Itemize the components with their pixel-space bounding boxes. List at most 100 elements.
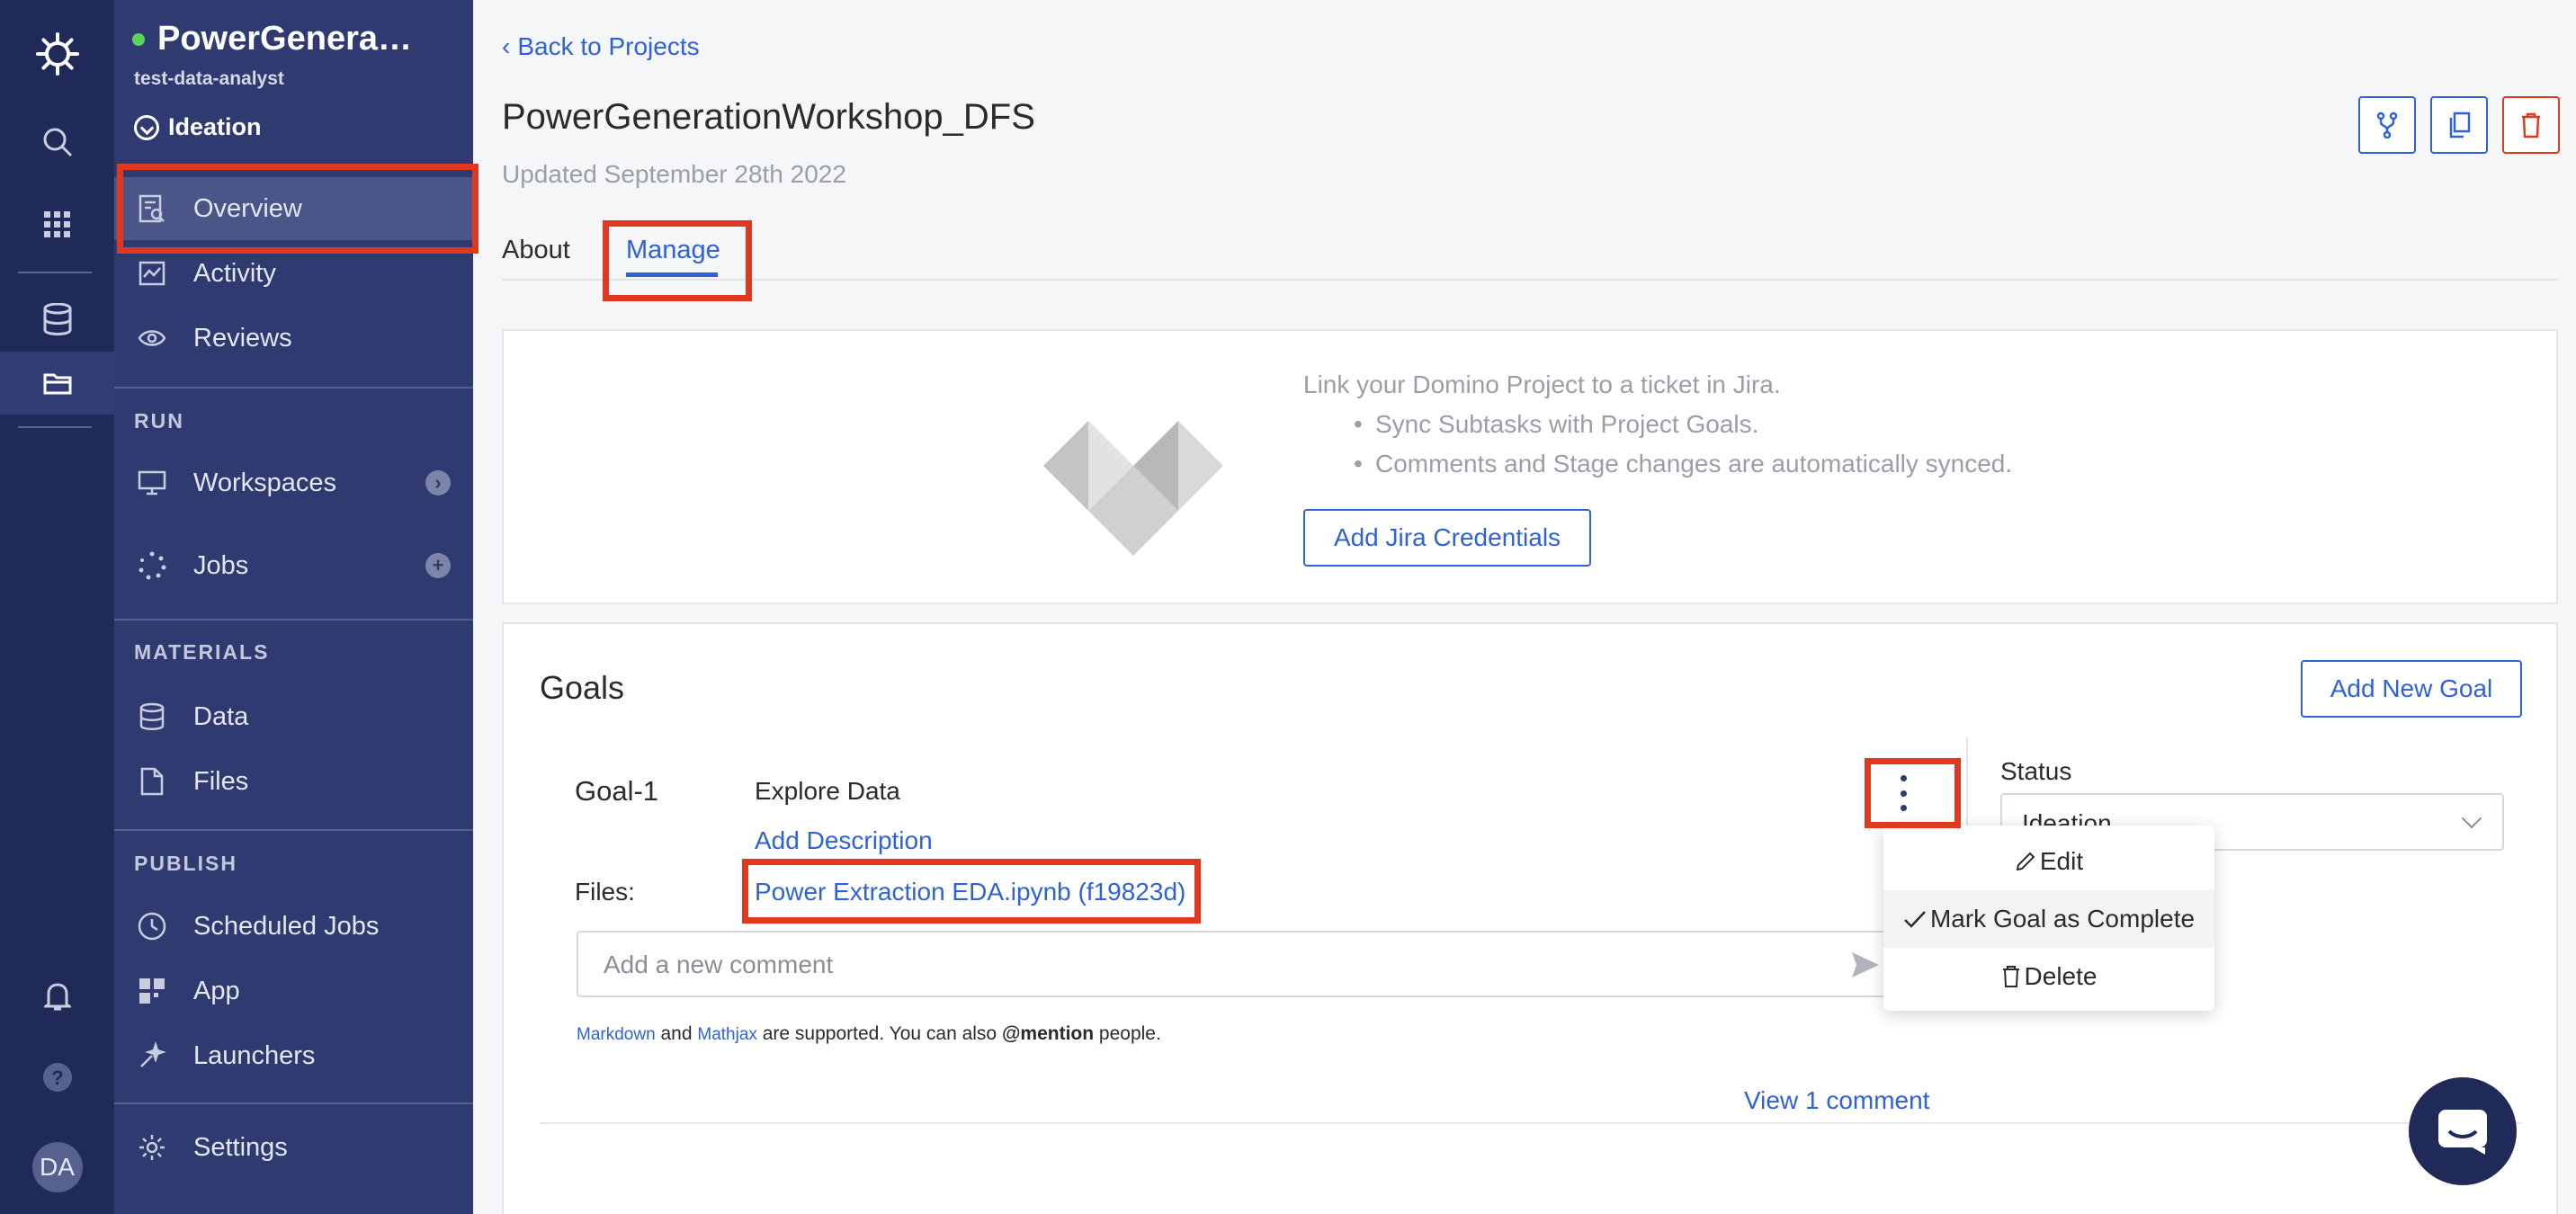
section-label-run: RUN: [134, 409, 184, 433]
project-name[interactable]: PowerGenera…: [132, 20, 412, 58]
sidebar-item-app[interactable]: App: [114, 960, 473, 1022]
updated-date: Updated September 28th 2022: [502, 160, 846, 188]
section-label-publish: PUBLISH: [134, 852, 237, 875]
apps-grid-icon[interactable]: [0, 198, 114, 252]
clock-icon: [134, 908, 170, 944]
svg-text:?: ?: [51, 1067, 63, 1089]
chat-icon: [2438, 1110, 2487, 1155]
search-icon[interactable]: [0, 115, 114, 169]
add-description-link[interactable]: Add Description: [755, 826, 933, 855]
database-icon: [134, 699, 170, 735]
note-text: are supported. You can also: [756, 1023, 1002, 1044]
project-name-text: PowerGenera…: [157, 20, 412, 58]
comment-help-note: Markdown and Mathjax are supported. You …: [577, 1023, 1161, 1045]
jobs-spinner-icon: [134, 548, 170, 584]
trash-icon: [2522, 112, 2540, 138]
chevron-right-icon[interactable]: ›: [425, 470, 451, 495]
sidebar-divider: [114, 829, 473, 831]
sidebar-item-files[interactable]: Files: [114, 750, 473, 813]
eye-icon: [134, 320, 170, 356]
markdown-link[interactable]: Markdown: [577, 1025, 656, 1044]
note-text: people.: [1094, 1023, 1161, 1044]
kebab-dot: [1900, 805, 1907, 811]
user-avatar[interactable]: DA: [0, 1140, 114, 1194]
delete-project-button[interactable]: [2502, 96, 2560, 154]
note-mention: @mention: [1001, 1023, 1095, 1044]
files-label: Files:: [575, 878, 635, 906]
kebab-dot: [1900, 775, 1907, 781]
check-icon: [1904, 911, 1926, 928]
gear-icon: [134, 1129, 170, 1165]
icon-rail: ? DA: [0, 0, 114, 1214]
project-stage[interactable]: Ideation: [134, 113, 262, 141]
sidebar-item-reviews[interactable]: Reviews: [114, 307, 473, 370]
overview-icon: [134, 191, 170, 227]
sidebar-divider: [114, 619, 473, 620]
bell-icon[interactable]: [0, 969, 114, 1023]
sidebar-divider: [114, 387, 473, 388]
chevron-down-icon: [2461, 808, 2482, 829]
sidebar-item-label: Data: [193, 701, 249, 731]
page-title: PowerGenerationWorkshop_DFS: [502, 97, 1035, 137]
comment-input[interactable]: Add a new comment: [577, 931, 1890, 997]
rail-divider: [18, 272, 92, 273]
sidebar-item-launchers[interactable]: Launchers: [114, 1024, 473, 1087]
sidebar-item-label: Overview: [193, 193, 302, 223]
sidebar-item-jobs[interactable]: Jobs +: [114, 534, 473, 597]
kebab-dot: [1900, 790, 1907, 797]
rail-divider: [18, 426, 92, 428]
goal-file-link[interactable]: Power Extraction EDA.ipynb (f19823d): [755, 878, 1185, 906]
goal-bottom-divider: [540, 1122, 2522, 1124]
menu-item-delete[interactable]: Delete: [1883, 948, 2214, 1005]
menu-item-edit[interactable]: Edit: [1883, 833, 2214, 890]
sidebar-item-label: Activity: [193, 258, 276, 288]
fork-icon: [2376, 112, 2398, 138]
mathjax-link[interactable]: Mathjax: [697, 1025, 757, 1044]
domino-logo-icon[interactable]: [0, 27, 114, 81]
sidebar-item-data[interactable]: Data: [114, 685, 473, 748]
stage-icon: [134, 114, 159, 140]
status-label: Status: [2000, 757, 2072, 785]
goal-name: Explore Data: [755, 777, 900, 805]
help-icon[interactable]: ?: [0, 1050, 114, 1104]
sidebar-item-scheduled-jobs[interactable]: Scheduled Jobs: [114, 895, 473, 958]
app-icon: [134, 973, 170, 1009]
sidebar-item-activity[interactable]: Activity: [114, 242, 473, 305]
goal-options-menu: Edit Mark Goal as Complete Delete: [1883, 826, 2214, 1011]
sidebar-item-label: Workspaces: [193, 468, 337, 497]
goal-options-kebab[interactable]: [1894, 775, 1912, 811]
menu-item-mark-complete[interactable]: Mark Goal as Complete: [1883, 890, 2214, 948]
sidebar-item-workspaces[interactable]: Workspaces ›: [114, 451, 473, 514]
add-new-goal-button[interactable]: Add New Goal: [2301, 660, 2522, 718]
copy-icon: [2449, 112, 2471, 138]
folder-icon[interactable]: [0, 356, 114, 410]
project-owner: test-data-analyst: [134, 68, 284, 89]
project-sidebar: PowerGenera… test-data-analyst Ideation …: [114, 0, 473, 1214]
tab-about[interactable]: About: [502, 236, 570, 265]
back-link-label: Back to Projects: [517, 32, 700, 60]
tab-manage[interactable]: Manage: [626, 236, 720, 265]
copy-button[interactable]: [2430, 96, 2488, 154]
goal-id: Goal-1: [575, 775, 659, 807]
sidebar-item-label: Launchers: [193, 1040, 316, 1070]
tabs-divider: [502, 279, 2558, 281]
menu-item-label: Edit: [2039, 847, 2084, 875]
database-icon[interactable]: [0, 292, 114, 346]
sidebar-item-label: Reviews: [193, 323, 292, 353]
tab-active-indicator: [626, 272, 718, 277]
sidebar-item-label: Settings: [193, 1132, 288, 1162]
sidebar-item-settings[interactable]: Settings: [114, 1116, 473, 1179]
send-icon[interactable]: [1852, 952, 1879, 982]
note-text: and: [655, 1023, 698, 1044]
launcher-icon: [134, 1038, 170, 1074]
back-to-projects-link[interactable]: ‹ Back to Projects: [502, 32, 700, 61]
trash-icon: [2002, 966, 2019, 987]
fork-button[interactable]: [2358, 96, 2416, 154]
plus-icon[interactable]: +: [425, 553, 451, 578]
view-comments-link[interactable]: View 1 comment: [1744, 1086, 1929, 1115]
chat-widget-button[interactable]: [2409, 1077, 2517, 1185]
sidebar-item-overview[interactable]: Overview: [114, 177, 473, 240]
add-jira-credentials-button[interactable]: Add Jira Credentials: [1303, 509, 1591, 567]
section-label-materials: MATERIALS: [134, 640, 270, 664]
chevron-left-icon: ‹: [502, 32, 511, 60]
